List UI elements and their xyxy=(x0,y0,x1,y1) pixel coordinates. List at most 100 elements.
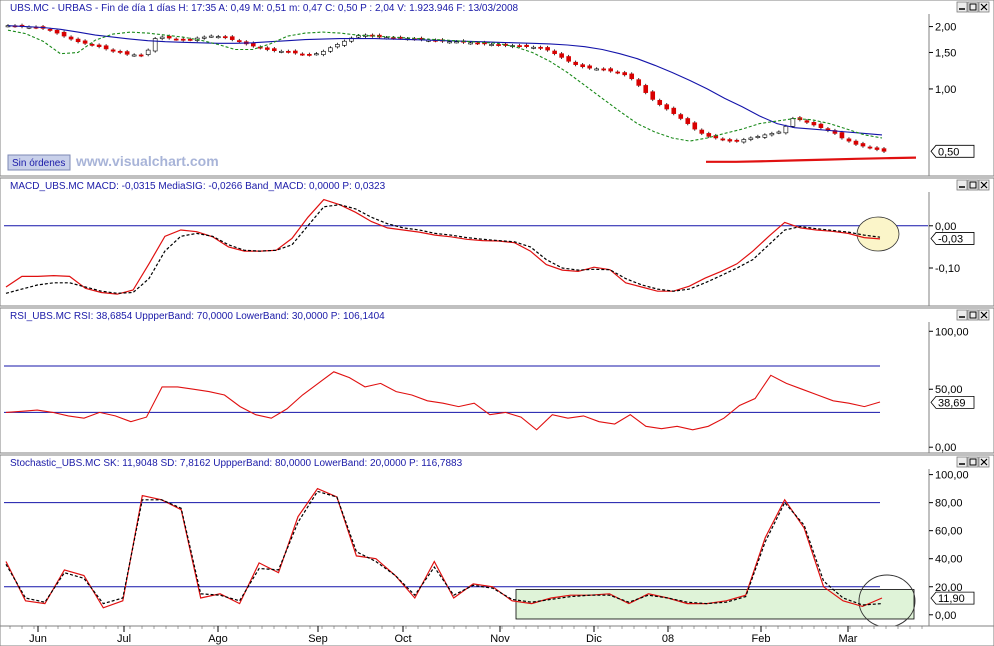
candle-body xyxy=(117,50,123,53)
stochastic-y-tick-label: 40,00 xyxy=(935,554,963,566)
macd-minimize-box xyxy=(956,179,968,191)
candle-body xyxy=(636,79,642,86)
rsi-panel-header: RSI_UBS.MC RSI: 38,6854 UppperBand: 70,0… xyxy=(10,311,385,322)
candle-body xyxy=(229,36,235,40)
candle-body xyxy=(208,35,214,38)
macd-y-tick-label: 0,00 xyxy=(935,221,956,233)
stochastic-value-tag-label: 11,90 xyxy=(938,593,965,605)
candle-body xyxy=(776,131,782,134)
candle-body xyxy=(145,49,151,55)
candle-body xyxy=(783,126,789,134)
candle-body xyxy=(664,104,670,110)
macd-current-value-tag: -0,03 xyxy=(930,232,975,245)
candle-body xyxy=(839,132,845,139)
candle-body xyxy=(314,53,319,56)
rsi-current-value-tag: 38,69 xyxy=(930,395,975,409)
candle-body xyxy=(335,44,340,48)
candle-body xyxy=(272,48,277,51)
price-minimize-button[interactable] xyxy=(956,1,968,13)
candle-body xyxy=(264,47,270,50)
candle-body xyxy=(804,120,810,123)
candle-body xyxy=(47,28,53,31)
candle-body xyxy=(573,61,578,65)
x-tick-label: Feb xyxy=(752,633,771,645)
rsi-minimize-button[interactable] xyxy=(956,309,968,321)
stochastic-maximize-button[interactable] xyxy=(967,456,979,468)
macd-highlight-ellipse xyxy=(856,216,900,252)
candle-body xyxy=(496,44,501,46)
candle-body xyxy=(110,49,116,52)
price-y-tick-label: 1,50 xyxy=(935,47,956,59)
rsi-maximize-button[interactable] xyxy=(967,309,979,321)
candle-body xyxy=(762,134,768,138)
candle-body xyxy=(293,50,298,54)
stochastic-panel-header: Stochastic_UBS.MC SK: 11,9048 SD: 7,8162… xyxy=(10,458,463,469)
price-minimize-box xyxy=(956,1,968,13)
macd-panel-header: MACD_UBS.MC MACD: -0,0315 MediaSIG: -0,0… xyxy=(10,181,386,192)
candle-body xyxy=(678,114,684,119)
candle-body xyxy=(159,36,165,39)
x-tick-label: Jun xyxy=(29,633,47,645)
price-value-tag-label: 0,50 xyxy=(938,146,959,158)
candle-body xyxy=(138,54,144,57)
candle-body xyxy=(699,129,705,134)
price-y-tick-label: 2,00 xyxy=(935,22,956,34)
macd-close-button[interactable] xyxy=(978,179,990,191)
candle-body xyxy=(881,148,887,152)
candle-body xyxy=(566,56,571,62)
macd-maximize-button[interactable] xyxy=(967,179,979,191)
macd-value-tag-label: -0,03 xyxy=(938,233,963,245)
candle-body xyxy=(552,50,557,54)
candle-body xyxy=(531,46,536,49)
candle-body xyxy=(818,123,824,129)
candle-body xyxy=(615,71,620,74)
rsi-y-tick-label: 100,00 xyxy=(935,326,969,338)
stochastic-close-button[interactable] xyxy=(978,456,990,468)
price-panel-frame xyxy=(0,0,994,177)
candle-body xyxy=(524,44,529,47)
candle-body xyxy=(89,43,95,46)
candle-body xyxy=(68,36,74,40)
stochastic-y-tick-label: 80,00 xyxy=(935,498,963,510)
sin-ordenes-button[interactable]: Sin órdenes xyxy=(7,154,71,171)
candle-body xyxy=(629,73,635,80)
candle-body xyxy=(685,118,691,124)
candle-body xyxy=(489,44,494,46)
candle-body xyxy=(454,41,459,44)
price-panel-header: UBS.MC - URBAS - Fin de día 1 días H: 17… xyxy=(10,3,519,14)
candle-body xyxy=(166,35,172,39)
stochastic-minimize-button[interactable] xyxy=(956,456,968,468)
candle-body xyxy=(671,107,677,114)
x-tick-label: 08 xyxy=(662,633,674,645)
candle-body xyxy=(475,42,480,45)
candle-body xyxy=(657,100,663,105)
rsi-y-tick-label: 50,00 xyxy=(935,384,963,396)
candle-body xyxy=(790,118,796,127)
macd-minimize-button[interactable] xyxy=(956,179,968,191)
candle-body xyxy=(300,53,305,56)
candle-body xyxy=(468,42,473,45)
candle-body xyxy=(222,36,228,39)
macd-panel-frame xyxy=(0,177,994,307)
candle-body xyxy=(650,91,656,100)
stochastic-y-tick-label: 100,00 xyxy=(935,470,969,482)
candle-body xyxy=(874,147,880,150)
candle-body xyxy=(706,133,712,137)
x-tick-label: Mar xyxy=(839,633,858,645)
rsi-close-button[interactable] xyxy=(978,309,990,321)
price-maximize-button[interactable] xyxy=(967,1,979,13)
candle-body xyxy=(131,54,137,57)
candle-body xyxy=(643,85,649,93)
candle-body xyxy=(853,140,859,145)
x-tick-label: Dic xyxy=(586,633,602,645)
x-tick-label: Sep xyxy=(308,633,328,645)
candle-body xyxy=(152,38,158,52)
candle-body xyxy=(720,138,726,141)
macd-y-tick-label: -0,10 xyxy=(935,263,960,275)
candle-body xyxy=(250,42,256,47)
price-close-button[interactable] xyxy=(978,1,990,13)
candle-body xyxy=(755,136,761,138)
rsi-value-tag-label: 38,69 xyxy=(938,397,966,409)
candle-body xyxy=(517,45,522,48)
candle-body xyxy=(236,40,242,43)
